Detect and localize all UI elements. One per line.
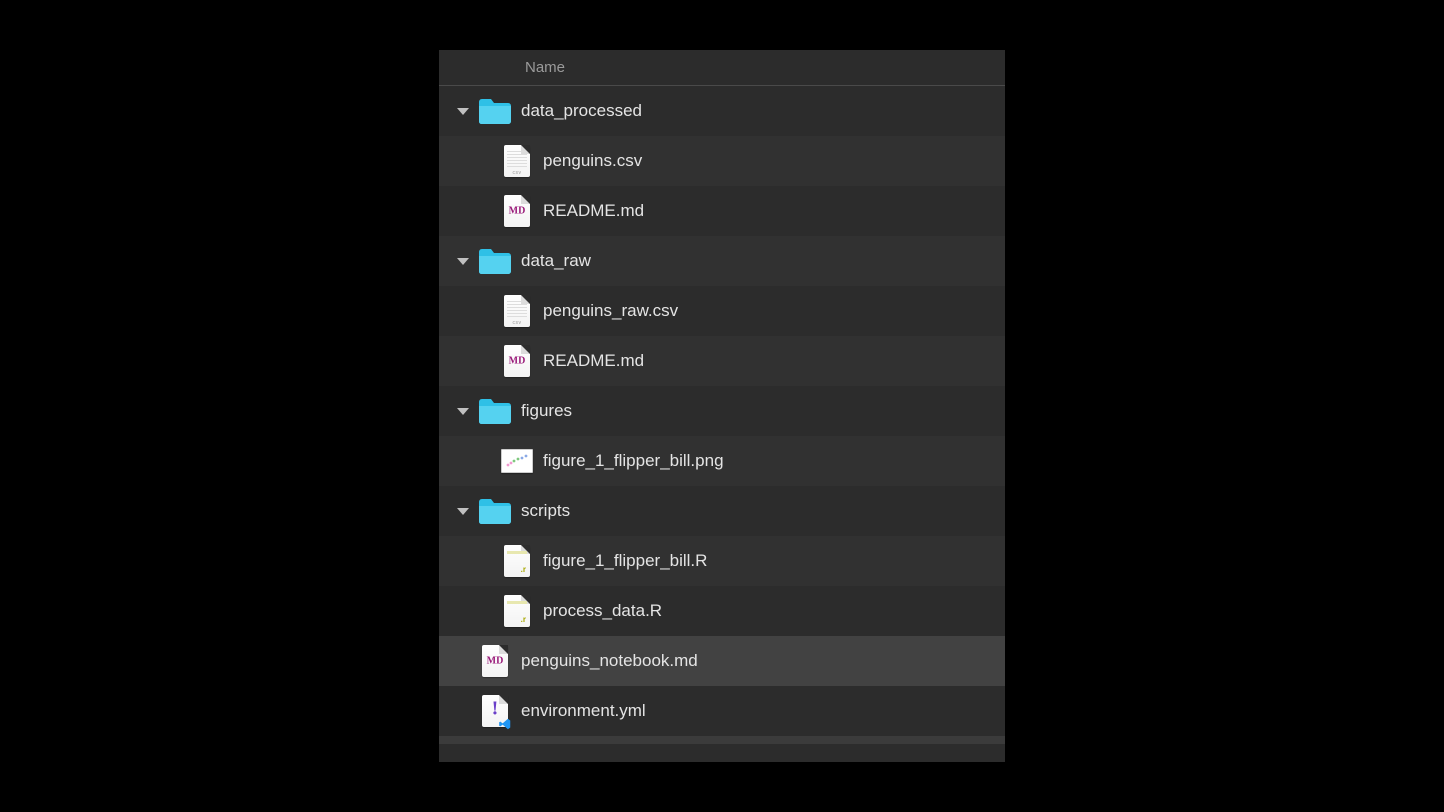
md-file-icon: MD [499, 343, 535, 379]
chevron-down-icon[interactable] [449, 408, 477, 415]
folder-icon [477, 243, 513, 279]
item-label: penguins_notebook.md [521, 651, 698, 671]
csv-file-icon: csv [499, 143, 535, 179]
column-header[interactable]: Name [439, 50, 1005, 86]
csv-file-icon: csv [499, 293, 535, 329]
footer-strip [439, 736, 1005, 744]
yml-file-icon: ! [477, 693, 513, 729]
md-file-icon: MD [499, 193, 535, 229]
file-row[interactable]: .r figure_1_flipper_bill.R [439, 536, 1005, 586]
folder-row[interactable]: figures [439, 386, 1005, 436]
file-row[interactable]: MD README.md [439, 336, 1005, 386]
item-label: scripts [521, 501, 570, 521]
chevron-down-icon[interactable] [449, 108, 477, 115]
file-row[interactable]: csv penguins.csv [439, 136, 1005, 186]
item-label: environment.yml [521, 701, 646, 721]
folder-row[interactable]: data_raw [439, 236, 1005, 286]
item-label: README.md [543, 351, 644, 371]
folder-icon [477, 393, 513, 429]
folder-row[interactable]: data_processed [439, 86, 1005, 136]
folder-row[interactable]: scripts [439, 486, 1005, 536]
vscode-badge-icon [498, 717, 512, 731]
item-label: data_processed [521, 101, 642, 121]
item-label: figure_1_flipper_bill.R [543, 551, 707, 571]
item-label: figure_1_flipper_bill.png [543, 451, 724, 471]
file-row[interactable]: figure_1_flipper_bill.png [439, 436, 1005, 486]
chevron-down-icon[interactable] [449, 508, 477, 515]
item-label: README.md [543, 201, 644, 221]
folder-icon [477, 93, 513, 129]
item-label: penguins.csv [543, 151, 642, 171]
md-file-icon: MD [477, 643, 513, 679]
r-file-icon: .r [499, 593, 535, 629]
file-row[interactable]: MD README.md [439, 186, 1005, 236]
r-file-icon: .r [499, 543, 535, 579]
file-row[interactable]: MD penguins_notebook.md [439, 636, 1005, 686]
item-label: figures [521, 401, 572, 421]
folder-icon [477, 493, 513, 529]
column-header-name: Name [525, 59, 565, 76]
file-browser-panel: Name data_processed csv penguins.csv MD [439, 50, 1005, 762]
image-file-icon [499, 443, 535, 479]
chevron-down-icon[interactable] [449, 258, 477, 265]
item-label: penguins_raw.csv [543, 301, 678, 321]
file-row[interactable]: ! environment.yml [439, 686, 1005, 736]
file-row[interactable]: .r process_data.R [439, 586, 1005, 636]
file-row[interactable]: csv penguins_raw.csv [439, 286, 1005, 336]
file-tree: data_processed csv penguins.csv MD READM… [439, 86, 1005, 762]
item-label: data_raw [521, 251, 591, 271]
item-label: process_data.R [543, 601, 662, 621]
